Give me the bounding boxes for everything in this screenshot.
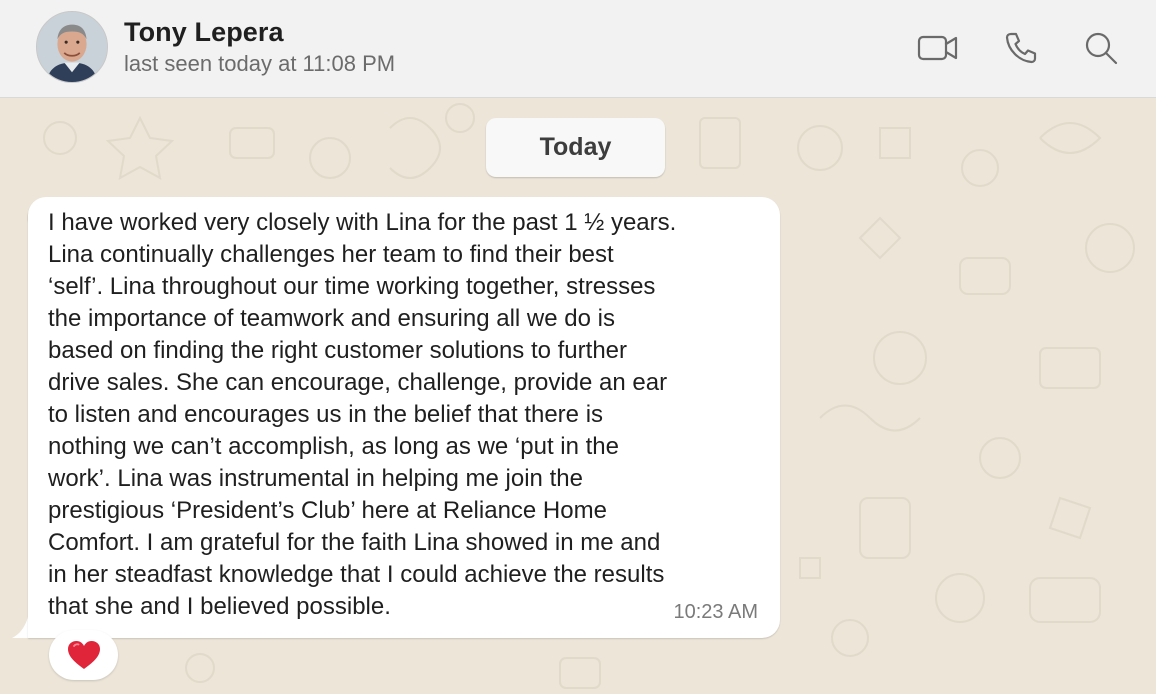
message-bubble[interactable]: I have worked very closely with Lina for… bbox=[28, 197, 780, 638]
contact-avatar[interactable] bbox=[36, 11, 108, 83]
message-reaction[interactable] bbox=[49, 630, 118, 680]
video-call-icon[interactable] bbox=[916, 28, 960, 68]
message-timestamp: 10:23 AM bbox=[673, 601, 758, 623]
contact-name[interactable]: Tony Lepera bbox=[124, 17, 284, 48]
voice-call-icon[interactable] bbox=[999, 28, 1043, 68]
last-seen-status: last seen today at 11:08 PM bbox=[124, 51, 396, 76]
message-text: I have worked very closely with Lina for… bbox=[48, 209, 677, 620]
date-separator: Today bbox=[486, 118, 665, 177]
chat-header: Tony Lepera last seen today at 11:08 PM bbox=[0, 0, 1156, 98]
heart-icon bbox=[67, 641, 100, 669]
avatar-photo bbox=[37, 12, 107, 82]
search-icon[interactable] bbox=[1079, 28, 1123, 68]
